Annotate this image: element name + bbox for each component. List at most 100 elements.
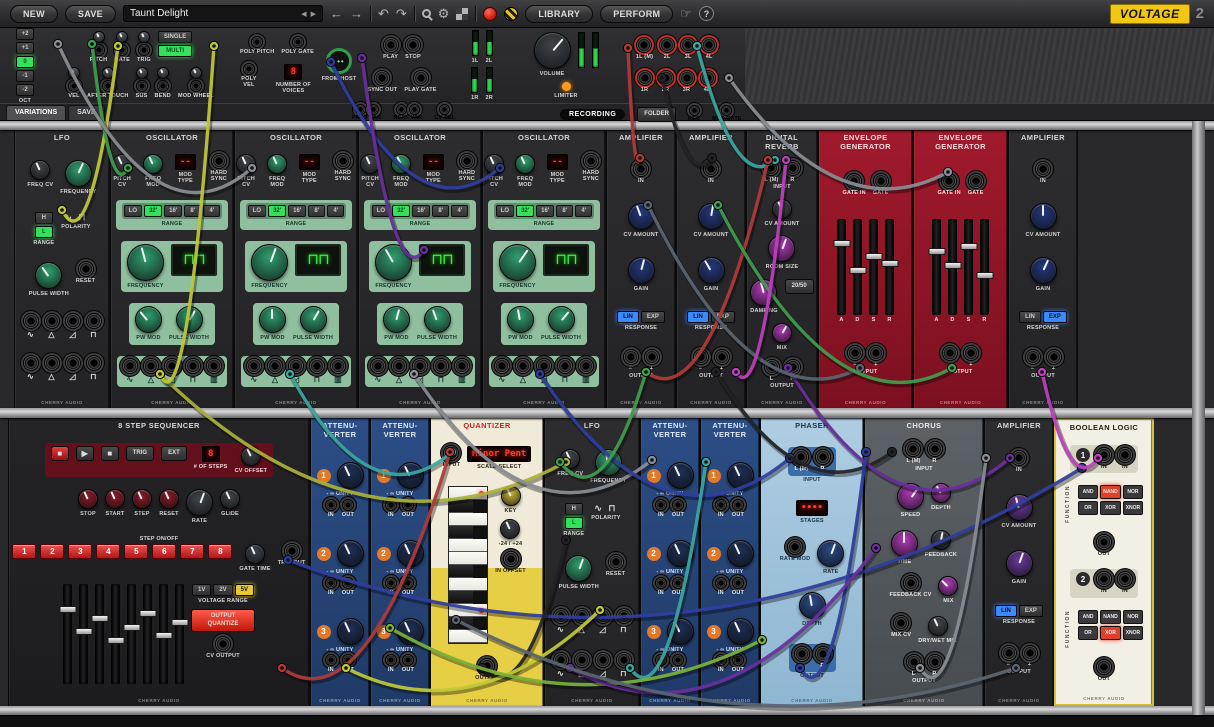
button-exp[interactable]: EXP [641,311,665,323]
button-1[interactable]: +1 [16,42,35,54]
jack-r[interactable] [928,442,942,456]
jack-out[interactable] [403,578,413,588]
hand-tool-icon[interactable]: ☞ [680,7,692,20]
jack-poly-gate[interactable] [293,37,303,47]
saw-inv-out-jack[interactable] [66,356,80,370]
jack-out[interactable] [343,500,353,510]
saw-out-jack[interactable] [165,359,179,373]
seq-trig-button[interactable]: TRIG [126,446,154,461]
knob-sus[interactable] [136,67,148,79]
saw-inv-out-jack[interactable] [596,653,610,667]
slider-handle[interactable] [976,272,993,279]
slider-step-6[interactable] [143,584,152,684]
jack-input[interactable] [444,446,458,460]
jack-rate-mod[interactable] [788,540,802,554]
slider-handle[interactable] [171,619,188,626]
jack-reset[interactable] [79,262,93,276]
jack-hard-sync[interactable] [460,154,474,168]
output-quantize-button[interactable]: OUTPUT QUANTIZE [191,609,255,631]
knob-start[interactable] [105,489,125,509]
step-button-2[interactable]: 2 [40,544,64,559]
jack-in[interactable] [656,578,666,588]
output-minus-jack[interactable] [848,346,862,360]
function-nor[interactable]: NOR [1123,485,1143,499]
jack-gate-in[interactable] [942,174,956,188]
slider-handle[interactable] [59,606,76,613]
output-minus-jack[interactable] [943,346,957,360]
knob-24-24[interactable] [500,519,520,539]
jack-l-m[interactable] [906,442,920,456]
slider-handle[interactable] [960,243,977,250]
knob-attenuverter[interactable] [667,462,694,489]
jack-gate[interactable] [874,174,888,188]
key-white[interactable] [449,578,487,591]
button-exp[interactable]: EXP [1043,311,1067,323]
jack-hard-sync[interactable] [212,154,226,168]
tri-out-jack[interactable] [268,359,282,373]
jack-out[interactable] [673,655,683,665]
knob-gate[interactable] [116,31,128,43]
function-xor[interactable]: XOR [1100,501,1120,515]
knob-cv-amount[interactable] [772,199,792,219]
jack-prev-var[interactable] [356,105,365,114]
slider-step-1[interactable] [63,584,72,684]
knob-after-touch[interactable] [102,67,114,79]
button-lin[interactable]: LIN [995,605,1017,617]
jack-1l-m[interactable] [637,38,651,52]
output-minus-jack[interactable] [694,350,708,364]
knob-room-size[interactable] [768,235,795,262]
output-plus-jack[interactable] [715,350,729,364]
square-out-jack[interactable] [310,359,324,373]
knob-pw-mod[interactable] [259,306,286,333]
preset-prev-icon[interactable]: ◀ [301,10,306,18]
jack-l[interactable] [907,655,921,669]
jack-in[interactable] [386,500,396,510]
help-button[interactable]: ? [699,6,714,21]
range-4[interactable]: 4' [451,205,468,217]
square-out-jack[interactable] [87,314,101,328]
preset-next-icon[interactable]: ▶ [311,10,316,18]
jack-poly-pitch[interactable] [252,37,262,47]
function-nand[interactable]: NAND [1100,610,1120,624]
step-button-6[interactable]: 6 [152,544,176,559]
range-16[interactable]: 16' [536,205,554,217]
folder-button[interactable]: FOLDER [637,107,676,122]
jack-in[interactable] [1118,572,1132,586]
button-exp[interactable]: EXP [711,311,735,323]
sine-out-jack[interactable] [24,314,38,328]
jack-stop[interactable] [406,38,420,52]
slider-handle[interactable] [107,637,124,644]
jack-out[interactable] [733,578,743,588]
jack-3r[interactable] [680,71,694,85]
slider-handle[interactable] [928,248,945,255]
saw-out-jack[interactable] [66,314,80,328]
square-out-jack[interactable] [434,359,448,373]
jack-play[interactable] [384,38,398,52]
jack-hard-sync[interactable] [584,154,598,168]
jack-2l[interactable] [660,38,674,52]
jack-out[interactable] [733,500,743,510]
knob-freq-mod[interactable] [143,154,163,174]
function-xnor[interactable]: XNOR [1123,501,1143,515]
key-black[interactable] [449,526,473,539]
key-white[interactable] [449,487,487,500]
step-button-5[interactable]: 5 [124,544,148,559]
slider-handle[interactable] [139,610,156,617]
slider-handle[interactable] [155,632,172,639]
jack-r[interactable] [786,161,800,175]
jack-feedback-cv[interactable] [904,576,918,590]
noise-out-jack[interactable] [207,359,221,373]
knob-feedback[interactable] [931,530,951,550]
key-white[interactable] [449,630,487,643]
slider-a[interactable] [837,219,846,315]
key-white[interactable] [449,513,487,526]
function-or[interactable]: OR [1078,501,1098,515]
saw-out-jack[interactable] [413,359,427,373]
jack-out[interactable] [343,655,353,665]
jack-poly-vel[interactable] [244,64,254,74]
step-button-1[interactable]: 1 [12,544,36,559]
knob-gain[interactable] [1030,257,1057,284]
noise-out-jack[interactable] [579,359,593,373]
knob-attenuverter[interactable] [727,462,754,489]
slider-s[interactable] [964,219,973,315]
